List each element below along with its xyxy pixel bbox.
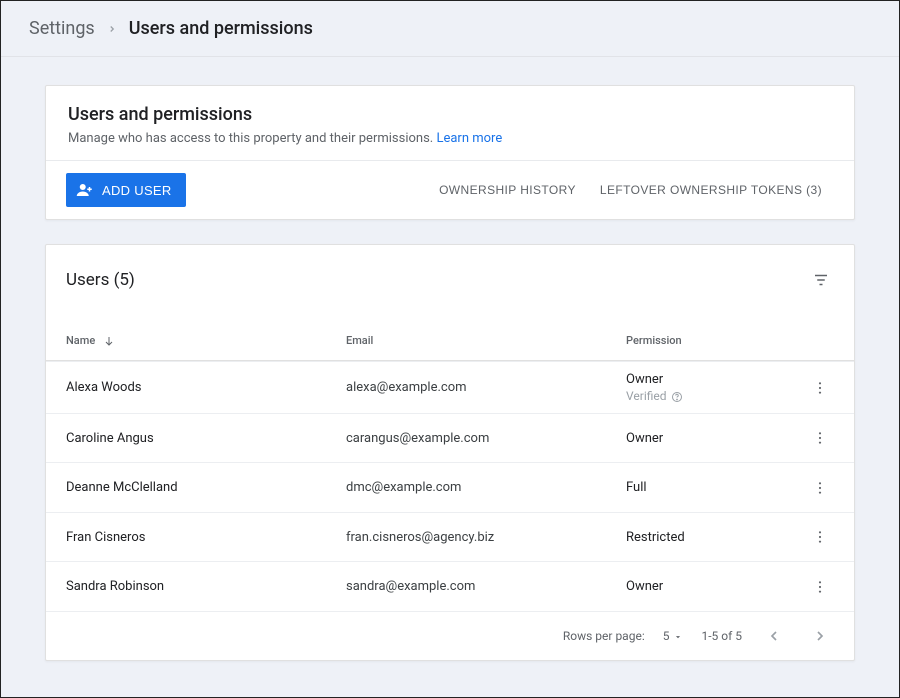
cell-permission: Full bbox=[626, 480, 804, 495]
help-icon[interactable] bbox=[671, 389, 683, 403]
arrow-down-icon bbox=[103, 334, 115, 347]
content-area: Users and permissions Manage who has acc… bbox=[1, 57, 899, 661]
row-menu-button[interactable] bbox=[806, 473, 834, 501]
filter-icon bbox=[812, 272, 830, 287]
cell-permission: Owner bbox=[626, 579, 804, 594]
column-header-email[interactable]: Email bbox=[346, 334, 626, 347]
table-row: Fran Cisnerosfran.cisneros@agency.bizRes… bbox=[46, 512, 854, 561]
chevron-right-icon bbox=[812, 628, 828, 643]
learn-more-link[interactable]: Learn more bbox=[436, 131, 502, 146]
rows-per-page-label: Rows per page: bbox=[563, 629, 645, 643]
pager-next-button[interactable] bbox=[806, 624, 834, 648]
cell-email: carangus@example.com bbox=[346, 431, 626, 446]
row-menu-button[interactable] bbox=[806, 373, 834, 401]
add-user-label: ADD USER bbox=[102, 183, 172, 198]
more-vert-icon bbox=[812, 479, 828, 494]
caret-down-icon bbox=[673, 629, 683, 643]
page-title: Users and permissions bbox=[68, 104, 832, 125]
subtitle-text: Manage who has access to this property a… bbox=[68, 131, 433, 146]
cell-name: Caroline Angus bbox=[66, 431, 346, 446]
chevron-left-icon bbox=[766, 628, 782, 643]
breadcrumb: Settings Users and permissions bbox=[1, 1, 899, 57]
table-row: Caroline Anguscarangus@example.comOwner bbox=[46, 413, 854, 462]
ownership-history-button[interactable]: OWNERSHIP HISTORY bbox=[427, 175, 588, 205]
more-vert-icon bbox=[812, 578, 828, 593]
more-vert-icon bbox=[812, 529, 828, 544]
pager-range: 1-5 of 5 bbox=[701, 629, 742, 643]
verified-badge: Verified bbox=[626, 389, 804, 403]
rows-per-page-select[interactable]: 5 bbox=[663, 629, 684, 643]
add-user-button[interactable]: ADD USER bbox=[66, 173, 186, 207]
row-menu-button[interactable] bbox=[806, 523, 834, 551]
table-row: Alexa Woodsalexa@example.comOwnerVerifie… bbox=[46, 361, 854, 413]
cell-permission: Restricted bbox=[626, 530, 804, 545]
breadcrumb-current: Users and permissions bbox=[129, 18, 313, 39]
person-add-icon bbox=[76, 181, 94, 199]
cell-email: sandra@example.com bbox=[346, 579, 626, 594]
table-header-row: Name Email Permission bbox=[46, 321, 854, 361]
cell-name: Sandra Robinson bbox=[66, 579, 346, 594]
pager-prev-button[interactable] bbox=[760, 624, 788, 648]
cell-name: Alexa Woods bbox=[66, 380, 346, 395]
verified-label: Verified bbox=[626, 389, 667, 403]
chevron-right-icon bbox=[107, 21, 117, 37]
app-frame: Settings Users and permissions Users and… bbox=[0, 0, 900, 698]
users-table-card: Users (5) Name Email Permission bbox=[45, 244, 855, 661]
table-title: Users (5) bbox=[66, 270, 135, 290]
cell-email: dmc@example.com bbox=[346, 480, 626, 495]
cell-name: Fran Cisneros bbox=[66, 530, 346, 545]
cell-email: fran.cisneros@agency.biz bbox=[346, 530, 626, 545]
row-menu-button[interactable] bbox=[806, 424, 834, 452]
leftover-tokens-button[interactable]: LEFTOVER OWNERSHIP TOKENS (3) bbox=[588, 175, 834, 205]
column-header-name[interactable]: Name bbox=[66, 334, 346, 347]
column-name-label: Name bbox=[66, 334, 95, 347]
cell-email: alexa@example.com bbox=[346, 380, 626, 395]
more-vert-icon bbox=[812, 379, 828, 394]
breadcrumb-parent[interactable]: Settings bbox=[29, 18, 95, 39]
cell-permission: OwnerVerified bbox=[626, 372, 804, 403]
page-subtitle: Manage who has access to this property a… bbox=[68, 131, 832, 146]
pager: Rows per page: 5 1-5 of 5 bbox=[46, 611, 854, 660]
filter-button[interactable] bbox=[808, 267, 834, 293]
more-vert-icon bbox=[812, 430, 828, 445]
cell-permission: Owner bbox=[626, 431, 804, 446]
row-menu-button[interactable] bbox=[806, 572, 834, 600]
toolbar: ADD USER OWNERSHIP HISTORY LEFTOVER OWNE… bbox=[46, 160, 854, 219]
table-row: Deanne McClellanddmc@example.comFull bbox=[46, 462, 854, 511]
column-header-permission[interactable]: Permission bbox=[626, 334, 804, 347]
table-row: Sandra Robinsonsandra@example.comOwner bbox=[46, 561, 854, 610]
header-card: Users and permissions Manage who has acc… bbox=[45, 85, 855, 220]
rows-per-page-value: 5 bbox=[663, 629, 670, 643]
cell-name: Deanne McClelland bbox=[66, 480, 346, 495]
